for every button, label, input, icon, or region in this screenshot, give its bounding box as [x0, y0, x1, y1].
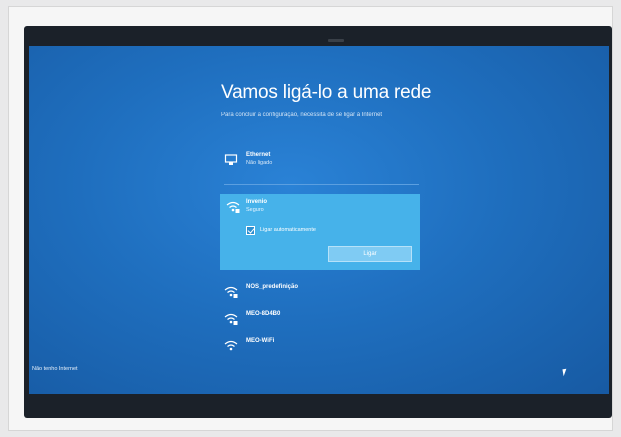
network-item-nos[interactable]: NOS_predefinição — [224, 282, 414, 308]
auto-connect-label: Ligar automaticamente — [260, 227, 316, 233]
auto-connect-checkbox[interactable] — [246, 226, 255, 235]
network-item-selected[interactable]: Invenio Seguro Ligar automaticamente Lig… — [220, 194, 420, 270]
wifi-secure-icon — [226, 201, 240, 213]
network-name: MEO-WiFi — [246, 338, 275, 344]
network-item-meo-wifi[interactable]: MEO-WiFi — [224, 336, 414, 362]
network-name: NOS_predefinição — [246, 284, 299, 290]
no-internet-link[interactable]: Não tenho Internet — [32, 366, 78, 372]
page-subtitle: Para concluir a configuração, necessita … — [221, 112, 383, 118]
mouse-cursor-icon — [562, 368, 568, 377]
network-name: Invenio — [246, 199, 268, 205]
network-item-meo-8d4b0[interactable]: MEO-8D4B0 — [224, 309, 414, 335]
page-title: Vamos ligá-lo a uma rede — [221, 82, 432, 103]
connect-button[interactable]: Ligar — [328, 246, 412, 262]
network-name: Ethernet — [246, 152, 271, 158]
network-item-ethernet[interactable]: Ethernet Não ligado — [224, 150, 414, 176]
ethernet-icon — [224, 154, 238, 165]
network-status: Seguro — [246, 207, 264, 213]
wifi-secure-icon — [224, 286, 238, 298]
webcam-indicator — [328, 39, 344, 42]
wifi-icon — [224, 340, 238, 351]
network-name: MEO-8D4B0 — [246, 311, 281, 317]
separator — [224, 184, 419, 185]
wifi-secure-icon — [224, 313, 238, 325]
network-status: Não ligado — [246, 160, 273, 166]
setup-screen: Vamos ligá-lo a uma rede Para concluir a… — [29, 46, 609, 394]
